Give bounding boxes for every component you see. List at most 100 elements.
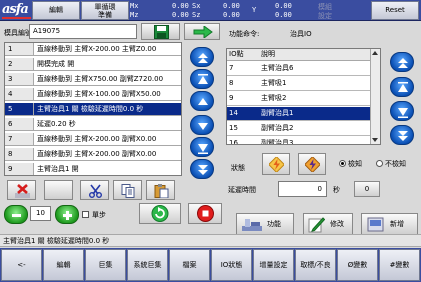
step-increase-button[interactable] — [55, 205, 79, 224]
double-up-arrow-icon — [198, 53, 208, 63]
axis-sx-label: Sx — [192, 2, 201, 10]
io-row[interactable]: 7 主臂治具6 — [227, 62, 370, 76]
back-button[interactable]: <- — [1, 249, 42, 281]
program-row-selected[interactable]: 5 主臂治具1 關 檢驗延遲時間0.0 秒 — [5, 103, 181, 116]
io-table-scrollbar[interactable] — [370, 49, 380, 144]
edit-mode-button[interactable]: 編輯 — [32, 1, 80, 20]
paste-clipboard-icon — [154, 184, 169, 198]
io-col-point: IO點 — [229, 50, 244, 58]
menu-macro-button[interactable]: 巨集 — [85, 249, 126, 281]
row-number: 1 — [5, 43, 34, 55]
cut-button[interactable] — [80, 180, 109, 200]
io-row-selected[interactable]: 14 副臂治具1 — [227, 107, 370, 121]
scroll-down-arrow-icon[interactable] — [372, 138, 378, 142]
move-up-button[interactable] — [190, 91, 214, 111]
reset-button[interactable]: Reset — [371, 1, 419, 20]
modify-button[interactable]: 修改 — [303, 213, 353, 235]
delay-time-label: 延遲時間 — [228, 186, 256, 194]
program-name-input[interactable]: A19075 — [29, 24, 137, 39]
row-number: 9 — [5, 163, 34, 175]
page-down-button[interactable] — [190, 137, 214, 157]
delay-time-input[interactable]: 0 — [278, 181, 327, 197]
menu-variable-o-button[interactable]: Ø變數 — [337, 249, 378, 281]
robot-arm-icon — [242, 219, 262, 231]
function-command-value: 治具IO — [290, 30, 312, 38]
axis-extra-value: 0.00 — [275, 11, 292, 19]
menu-increment-button[interactable]: 增量設定 — [253, 249, 294, 281]
single-step-checkbox[interactable] — [82, 211, 89, 218]
axis-mz-value: 0.00 — [172, 11, 189, 19]
page-up-button[interactable] — [190, 69, 214, 89]
move-to-top-button[interactable] — [190, 47, 214, 67]
io-row-point: 16 — [229, 139, 238, 145]
state-off-button[interactable] — [298, 153, 326, 175]
stop-button[interactable] — [188, 203, 222, 224]
program-row[interactable]: 1 直線移動到 主臂X-200.00 主臂Z0.00 — [5, 43, 181, 56]
move-down-button[interactable] — [190, 115, 214, 135]
axis-sz-value: 0.00 — [223, 11, 240, 19]
step-count-input[interactable]: 10 — [30, 206, 51, 221]
row-command: 主臂治具1 關 檢驗延遲時間0.0 秒 — [37, 105, 144, 113]
state-label: 狀態 — [231, 164, 245, 172]
paste-button[interactable] — [146, 180, 175, 200]
add-button[interactable]: 新增 — [361, 213, 418, 235]
page-down-arrow-icon — [198, 144, 208, 154]
floppy-disk-icon — [154, 25, 169, 39]
program-row[interactable]: 8 直線移動到 主臂X-200.00 副臂X0.00 — [5, 148, 181, 161]
copy-button[interactable] — [113, 180, 142, 200]
delete-button[interactable] — [7, 180, 36, 200]
menu-edit-button[interactable]: 編輯 — [43, 249, 84, 281]
save-button[interactable] — [141, 23, 180, 40]
scroll-up-arrow-icon[interactable] — [372, 51, 378, 55]
row-number: 7 — [5, 133, 34, 145]
delay-zero-button[interactable]: 0 — [354, 181, 380, 197]
program-step-list[interactable]: 1 直線移動到 主臂X-200.00 主臂Z0.00 2 開模完成 開 3 直線移動到… — [4, 42, 182, 176]
menu-io-status-button[interactable]: IO狀態 — [211, 249, 252, 281]
row-command: 直線移動到 主臂X-100.00 副臂X50.00 — [37, 90, 161, 98]
row-command: 直線移動到 主臂X-200.00 主臂Z0.00 — [37, 45, 157, 53]
stop-icon — [197, 205, 214, 222]
io-row[interactable]: 15 副臂治具2 — [227, 122, 370, 136]
io-move-to-bottom-button[interactable] — [390, 125, 414, 145]
program-row[interactable]: 6 延遲0.20 秒 — [5, 118, 181, 131]
program-row[interactable]: 4 直線移動到 主臂X-100.00 副臂X50.00 — [5, 88, 181, 101]
axis-position-readout: Mx 0.00 Mz 0.00 Sx 0.00 Sz 0.00 Y 0.00 0… — [130, 1, 400, 20]
program-row[interactable]: 9 主臂治具1 開 — [5, 163, 181, 175]
run-mode-indicator: 單循環 準備 — [81, 1, 129, 20]
run-mode-line1: 單循環 — [94, 3, 116, 11]
no-detect-radio[interactable] — [376, 160, 383, 167]
io-row-desc: 副臂治具1 — [261, 109, 294, 117]
io-row[interactable]: 9 主臂吸2 — [227, 92, 370, 106]
menu-variable-hash-button[interactable]: #變數 — [379, 249, 420, 281]
blank-tool-button[interactable] — [44, 180, 73, 200]
io-row[interactable]: 8 主臂吸1 — [227, 77, 370, 91]
axis-mx-label: Mx — [130, 2, 139, 10]
io-row-point: 15 — [229, 124, 238, 132]
page-down-arrow-icon — [398, 108, 408, 118]
io-move-to-top-button[interactable] — [390, 52, 414, 72]
io-page-down-button[interactable] — [390, 101, 414, 121]
program-row[interactable]: 3 直線移動到 主臂X750.00 副臂Z720.00 — [5, 73, 181, 86]
axis-y-label: Y — [252, 6, 257, 14]
state-on-button[interactable] — [262, 153, 290, 175]
bottom-menu-bar: <- 編輯 巨集 系統巨集 檔案 IO狀態 增量設定 取標/不良 Ø變數 #變數 — [0, 248, 421, 282]
io-point-table[interactable]: IO點 說明 7 主臂治具6 8 主臂吸1 9 主臂吸2 14 副臂治具1 15 副臂治具… — [226, 48, 381, 145]
move-to-bottom-button[interactable] — [190, 159, 214, 179]
detect-radio[interactable] — [339, 160, 346, 167]
forward-arrow-button[interactable] — [184, 23, 220, 40]
program-row[interactable]: 2 開模完成 開 — [5, 58, 181, 71]
cycle-run-button[interactable] — [139, 203, 181, 224]
menu-reject-button[interactable]: 取標/不良 — [295, 249, 336, 281]
down-arrow-icon — [198, 123, 208, 130]
io-page-up-button[interactable] — [390, 77, 414, 97]
function-button[interactable]: 功能 — [236, 213, 294, 235]
right-arrow-icon — [193, 26, 213, 38]
menu-file-button[interactable]: 檔案 — [169, 249, 210, 281]
up-arrow-icon — [198, 98, 208, 105]
program-row[interactable]: 7 直線移動到 主臂X-200.00 副臂X0.00 — [5, 133, 181, 146]
step-decrease-button[interactable] — [4, 205, 28, 224]
io-row[interactable]: 16 副臂治具3 — [227, 137, 370, 145]
menu-system-macro-button[interactable]: 系統巨集 — [127, 249, 168, 281]
minus-icon — [12, 214, 21, 217]
function-button-label: 功能 — [267, 220, 281, 228]
